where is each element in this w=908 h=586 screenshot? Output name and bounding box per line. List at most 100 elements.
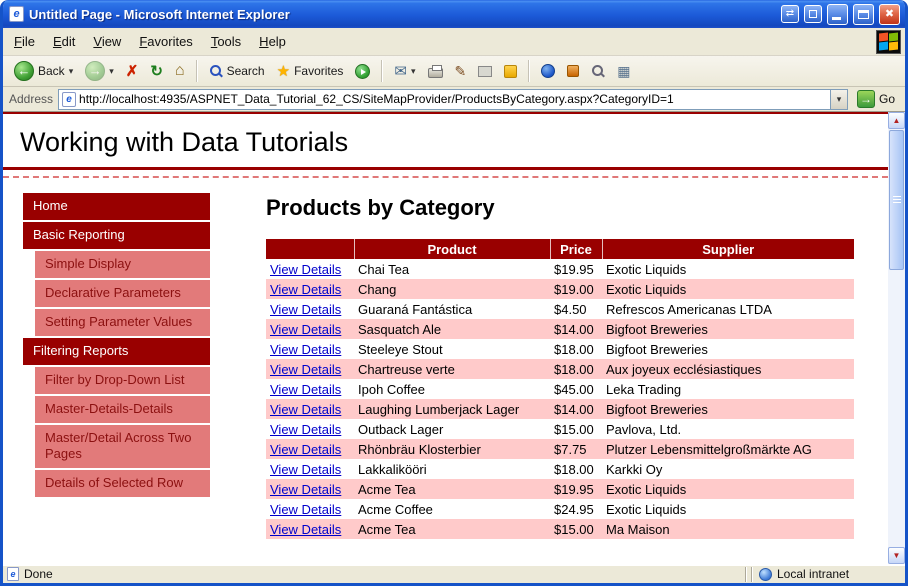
sidebar-item[interactable]: Home xyxy=(23,193,210,220)
marker-button[interactable] xyxy=(562,63,584,79)
menu-item-help[interactable]: Help xyxy=(250,30,295,53)
research-icon xyxy=(541,64,556,78)
vertical-scrollbar[interactable]: ▲ ▼ xyxy=(888,112,905,564)
status-divider xyxy=(751,566,753,582)
product-cell: Outback Lager xyxy=(358,421,444,437)
sidebar-item[interactable]: Declarative Parameters xyxy=(35,280,210,307)
menu-bar: File Edit View Favorites Tools Help xyxy=(3,28,905,56)
media-button[interactable] xyxy=(350,62,375,81)
toolbar-separator xyxy=(528,60,531,82)
sidebar-item[interactable]: Details of Selected Row xyxy=(35,470,210,497)
supplier-cell: Bigfoot Breweries xyxy=(606,341,708,357)
dashed-divider xyxy=(3,176,888,178)
products-table-body: View Details Chai Tea $19.95 Exotic Liquids… xyxy=(266,259,854,539)
go-button[interactable]: → Go xyxy=(853,89,899,109)
scroll-down-button[interactable]: ▼ xyxy=(888,547,905,564)
menu-item-tools[interactable]: Tools xyxy=(202,30,250,53)
dev-toolbar-button[interactable]: ▦ xyxy=(612,61,635,82)
price-cell: $19.95 xyxy=(554,261,594,277)
favorites-button[interactable]: ★ Favorites xyxy=(272,60,349,82)
window-icon: e xyxy=(9,6,24,22)
home-button[interactable]: ⌂ xyxy=(170,60,190,82)
browser-window: e Untitled Page - Microsoft Internet Exp… xyxy=(0,0,908,586)
view-details-link[interactable]: View Details xyxy=(270,482,341,497)
window-title: Untitled Page - Microsoft Internet Explo… xyxy=(29,6,290,22)
product-cell: Chartreuse verte xyxy=(354,359,550,379)
scrollbar-thumb[interactable] xyxy=(889,130,904,270)
view-details-link[interactable]: View Details xyxy=(270,502,341,517)
sidebar-item[interactable]: Simple Display xyxy=(35,251,210,278)
close-button[interactable]: ✖ xyxy=(879,3,900,25)
supplier-cell: Exotic Liquids xyxy=(606,261,687,277)
product-cell: Acme Coffee xyxy=(358,501,433,517)
scroll-up-button[interactable]: ▲ xyxy=(888,112,905,129)
view-details-cell: View Details xyxy=(266,459,354,479)
menu-item-edit[interactable]: Edit xyxy=(44,30,84,53)
menu-item-file[interactable]: File xyxy=(5,30,44,53)
price-cell: $19.95 xyxy=(550,479,602,499)
stop-button[interactable]: ✗ xyxy=(121,60,144,82)
sidebar-item[interactable]: Setting Parameter Values xyxy=(35,309,210,336)
status-pane: e Done xyxy=(3,567,743,581)
price-cell: $7.75 xyxy=(550,439,602,459)
view-details-link[interactable]: View Details xyxy=(270,362,341,377)
forward-button[interactable]: → ▾ xyxy=(80,59,119,83)
back-dropdown-icon[interactable]: ▾ xyxy=(69,66,74,77)
view-details-link[interactable]: View Details xyxy=(270,522,341,537)
status-page-icon: e xyxy=(7,567,19,581)
address-dropdown-button[interactable]: ▾ xyxy=(829,89,847,109)
sidebar-item[interactable]: Filter by Drop-Down List xyxy=(35,367,210,394)
print-button[interactable] xyxy=(423,62,448,80)
mail-icon: ✉ xyxy=(394,63,407,80)
mail-button[interactable]: ✉ ▾ xyxy=(389,60,420,82)
site-title: Working with Data Tutorials xyxy=(3,114,888,170)
refresh-button[interactable]: ↻ xyxy=(145,60,168,82)
view-details-link[interactable]: View Details xyxy=(270,342,341,357)
page-icon: e xyxy=(62,91,77,107)
menu-item-view[interactable]: View xyxy=(84,30,130,53)
maximize-button[interactable] xyxy=(853,3,874,25)
view-details-cell: View Details xyxy=(266,279,354,299)
windows-logo-icon xyxy=(876,29,901,54)
stop-icon: ✗ xyxy=(125,63,139,80)
view-details-link[interactable]: View Details xyxy=(270,422,341,437)
search-button[interactable]: Search xyxy=(204,62,270,80)
view-details-cell: View Details xyxy=(266,439,354,459)
sidebar-item[interactable]: Basic Reporting xyxy=(23,222,210,249)
view-details-link[interactable]: View Details xyxy=(270,462,341,477)
product-cell: Acme Tea xyxy=(354,479,550,499)
view-details-link[interactable]: View Details xyxy=(270,282,341,297)
product-cell: Rhönbräu Klosterbier xyxy=(354,439,550,459)
view-details-link[interactable]: View Details xyxy=(270,382,341,397)
security-zone-pane: Local intranet xyxy=(755,567,905,581)
discuss-button[interactable] xyxy=(473,64,497,79)
mail-dropdown-icon[interactable]: ▾ xyxy=(411,66,416,77)
view-details-link[interactable]: View Details xyxy=(270,322,341,337)
minimize-button[interactable] xyxy=(827,3,848,25)
back-button[interactable]: ← Back ▾ xyxy=(9,59,78,83)
view-details-link[interactable]: View Details xyxy=(270,442,341,457)
forward-dropdown-icon[interactable]: ▾ xyxy=(109,66,114,77)
zoom-button[interactable] xyxy=(586,62,610,80)
sidebar-item[interactable]: Master/Detail Across Two Pages xyxy=(35,425,210,468)
research-button[interactable] xyxy=(536,62,560,80)
menu-item-favorites[interactable]: Favorites xyxy=(130,30,201,53)
extra-button-1[interactable]: ⇄ xyxy=(781,5,799,23)
sidebar-item[interactable]: Master-Details-Details xyxy=(35,396,210,423)
edit-button[interactable]: ✎ xyxy=(450,61,472,82)
col-header-viewdetails xyxy=(266,239,354,259)
product-cell: Sasquatch Ale xyxy=(354,319,550,339)
view-details-link[interactable]: View Details xyxy=(270,402,341,417)
view-details-cell: View Details xyxy=(266,339,354,359)
back-icon: ← xyxy=(14,61,34,81)
extra-button-2[interactable] xyxy=(804,5,822,23)
products-table-head: Product Price Supplier xyxy=(266,239,854,259)
view-details-link[interactable]: View Details xyxy=(270,262,341,277)
view-details-link[interactable]: View Details xyxy=(270,302,341,317)
zone-text: Local intranet xyxy=(777,567,850,581)
messenger-button[interactable] xyxy=(499,63,522,80)
sidebar-item[interactable]: Filtering Reports xyxy=(23,338,210,365)
page-body: Home Basic Reporting Simple Display Declara… xyxy=(3,193,888,539)
address-input[interactable] xyxy=(76,92,830,106)
page-title: Products by Category xyxy=(266,195,495,220)
